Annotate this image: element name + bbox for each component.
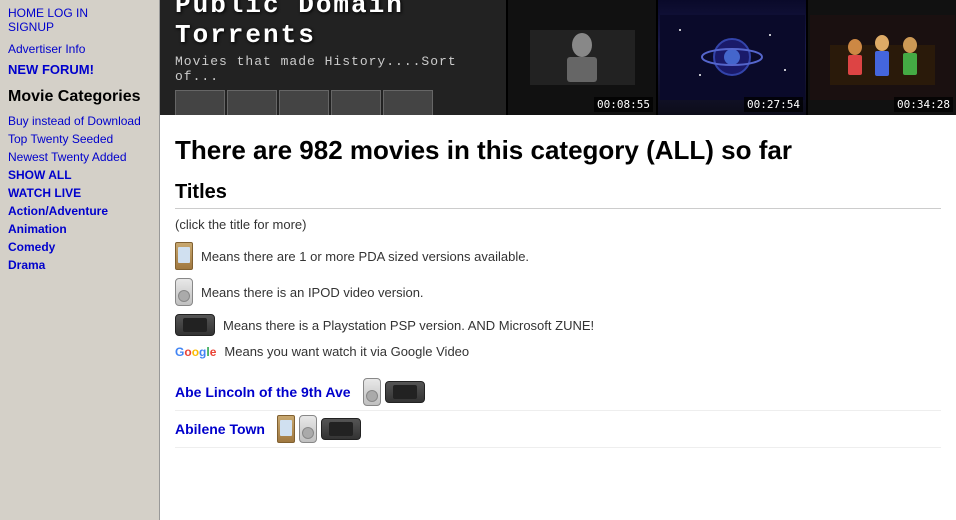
filmstrip	[175, 90, 491, 115]
click-note: (click the title for more)	[175, 217, 941, 232]
pda-icon-legend	[175, 242, 193, 270]
ipod-icon-abilene-town	[299, 415, 317, 443]
psp-device-icon	[175, 314, 215, 336]
movie-row-abe-lincoln: Abe Lincoln of the 9th Ave	[175, 374, 941, 411]
filmstrip-3	[279, 90, 329, 115]
advertiser-link[interactable]: Advertiser Info	[8, 42, 85, 56]
filmstrip-5	[383, 90, 433, 115]
g-blue: G	[175, 345, 184, 359]
legend: Means there are 1 or more PDA sized vers…	[175, 242, 941, 359]
thumb-svg-1	[510, 15, 655, 100]
google-icon-legend: Google	[175, 345, 216, 359]
g-yellow: o	[192, 345, 199, 359]
ipod-device-icon	[175, 278, 193, 306]
advertiser-info: Advertiser Info	[8, 42, 151, 56]
sidebar-item-watch-live[interactable]: WATCH LIVE	[8, 186, 151, 200]
thumb-img-3	[808, 15, 956, 100]
pda-icon-abilene-town	[277, 415, 295, 443]
ipod-icon-abe-lincoln	[363, 378, 381, 406]
sidebar-item-newest-twenty-added[interactable]: Newest Twenty Added	[8, 150, 151, 164]
new-forum: NEW FORUM!	[8, 62, 151, 77]
content-area: There are 982 movies in this category (A…	[160, 115, 956, 458]
main-content: Public Domain Torrents Movies that made …	[160, 0, 956, 520]
site-subtitle: Movies that made History....Sort of...	[175, 54, 491, 84]
movie-list: Abe Lincoln of the 9th Ave Abilene Town	[175, 374, 941, 448]
time-badge-1: 00:08:55	[594, 97, 653, 112]
legend-psp: Means there is a Playstation PSP version…	[175, 314, 941, 336]
movie-title-abe-lincoln[interactable]: Abe Lincoln of the 9th Ave	[175, 384, 351, 400]
thumb-img-2	[658, 15, 806, 100]
ipod-icon-legend	[175, 278, 193, 306]
movie-categories-title: Movie Categories	[8, 87, 151, 108]
thumbnail-3: 00:34:28	[806, 0, 956, 115]
legend-pda: Means there are 1 or more PDA sized vers…	[175, 242, 941, 270]
psp-icon-abe-lincoln	[385, 381, 425, 403]
legend-ipod: Means there is an IPOD video version.	[175, 278, 941, 306]
sidebar-item-action-adventure[interactable]: Action/Adventure	[8, 204, 151, 218]
home-link[interactable]: HOME	[8, 6, 44, 20]
sidebar-item-show-all[interactable]: SHOW ALL	[8, 168, 151, 182]
pda-legend-text: Means there are 1 or more PDA sized vers…	[201, 249, 529, 264]
nav-top: HOME LOG IN SIGNUP	[8, 6, 151, 34]
psp-icon-legend	[175, 314, 215, 336]
sidebar-links: Buy instead of Download Top Twenty Seeded…	[8, 114, 151, 272]
filmstrip-1	[175, 90, 225, 115]
movie-icons-abilene-town	[277, 415, 361, 443]
g-red2: e	[210, 345, 217, 359]
titles-section: Titles (click the title for more) Means …	[175, 181, 941, 448]
g-blue2: g	[199, 345, 206, 359]
psp-icon-abilene-town	[321, 418, 361, 440]
movie-icons-abe-lincoln	[363, 378, 425, 406]
sidebar-item-comedy[interactable]: Comedy	[8, 240, 151, 254]
google-legend-text: Means you want watch it via Google Video	[224, 344, 469, 359]
psp-legend-text: Means there is a Playstation PSP version…	[223, 318, 594, 333]
header-left: Public Domain Torrents Movies that made …	[160, 0, 506, 115]
forum-link[interactable]: NEW FORUM!	[8, 62, 94, 77]
site-title: Public Domain Torrents	[175, 0, 491, 50]
thumbnail-2: 00:27:54	[656, 0, 806, 115]
ipod-legend-text: Means there is an IPOD video version.	[201, 285, 424, 300]
category-count: There are 982 movies in this category (A…	[175, 135, 941, 166]
sidebar-item-drama[interactable]: Drama	[8, 258, 151, 272]
signup-link[interactable]: SIGNUP	[8, 20, 54, 34]
filmstrip-4	[331, 90, 381, 115]
header-banner: Public Domain Torrents Movies that made …	[160, 0, 956, 115]
thumb-img-1	[508, 15, 656, 100]
legend-google: Google Means you want watch it via Googl…	[175, 344, 941, 359]
sidebar-item-buy-download[interactable]: Buy instead of Download	[8, 114, 151, 128]
pda-device-icon	[175, 242, 193, 270]
time-badge-3: 00:34:28	[894, 97, 953, 112]
movie-row-abilene-town: Abilene Town	[175, 411, 941, 448]
sidebar: HOME LOG IN SIGNUP Advertiser Info NEW F…	[0, 0, 160, 520]
titles-heading: Titles	[175, 181, 941, 209]
sidebar-item-top-twenty-seeded[interactable]: Top Twenty Seeded	[8, 132, 151, 146]
time-badge-2: 00:27:54	[744, 97, 803, 112]
login-link[interactable]: LOG IN	[47, 6, 88, 20]
filmstrip-2	[227, 90, 277, 115]
sidebar-item-animation[interactable]: Animation	[8, 222, 151, 236]
thumb-svg-2	[660, 15, 805, 100]
movie-title-abilene-town[interactable]: Abilene Town	[175, 421, 265, 437]
thumbnail-1: 00:08:55	[506, 0, 656, 115]
thumb-svg-3	[810, 15, 955, 100]
g-red: o	[184, 345, 191, 359]
